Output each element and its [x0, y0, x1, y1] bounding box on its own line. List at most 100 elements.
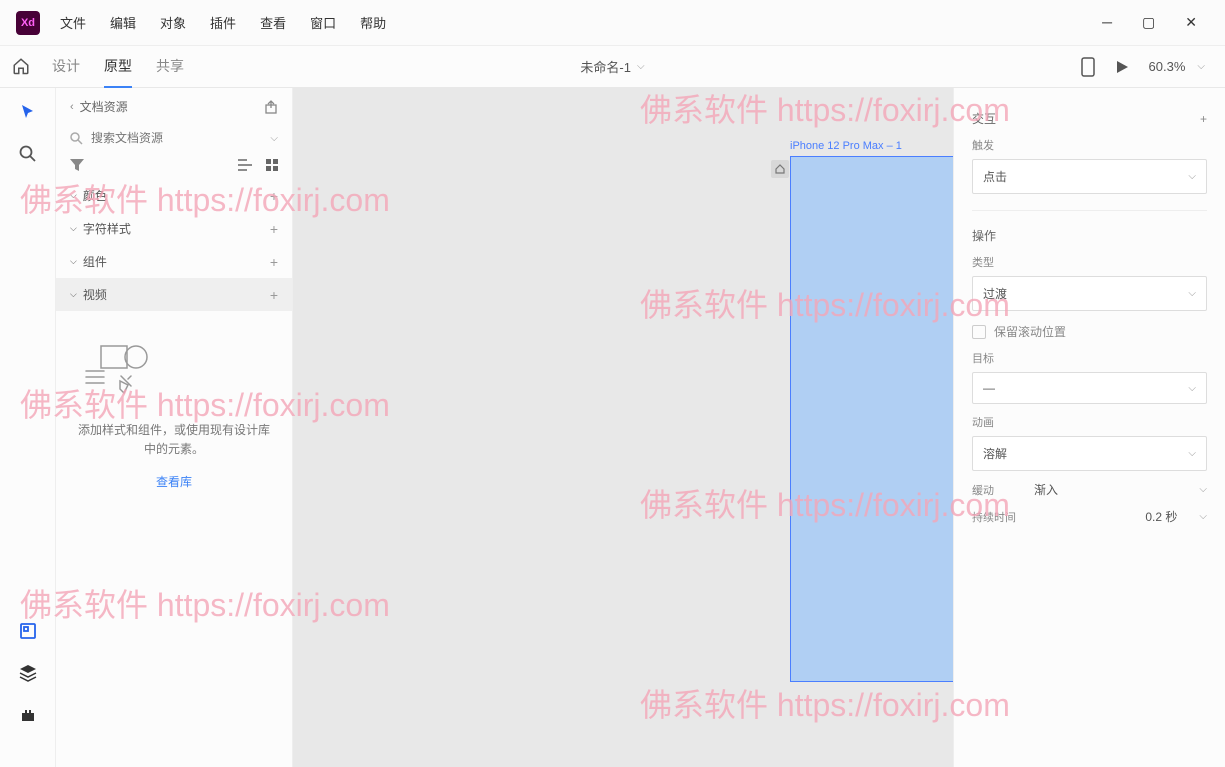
menu-bar: 文件 编辑 对象 插件 查看 窗口 帮助 — [60, 13, 386, 32]
panel-header: ‹ 文档资源 — [56, 88, 292, 125]
trigger-label: 触发 — [972, 137, 1207, 153]
section-videos[interactable]: ⌵ 视频 + — [56, 278, 292, 311]
chevron-down-icon: ⌵ — [1188, 448, 1196, 459]
window-controls: ─ ▢ ✕ — [1102, 14, 1217, 31]
mode-tabs: 设计 原型 共享 — [52, 46, 184, 88]
action-label: 操作 — [972, 227, 996, 244]
chevron-down-icon[interactable]: ⌵ — [1199, 511, 1207, 522]
section-components[interactable]: ⌵ 组件 + — [56, 245, 292, 278]
layers-icon[interactable] — [16, 661, 40, 685]
preserve-scroll-row[interactable]: 保留滚动位置 — [972, 323, 1207, 340]
chevron-down-icon[interactable]: ⌵ — [270, 133, 278, 144]
destination-value: — — [983, 381, 995, 395]
add-icon[interactable]: + — [270, 188, 278, 204]
empty-state: 添加样式和组件，或使用现有设计库中的元素。 查看库 — [56, 311, 292, 520]
back-icon[interactable]: ‹ — [70, 101, 74, 113]
animation-select[interactable]: 溶解 ⌵ — [972, 436, 1207, 471]
divider — [972, 210, 1207, 211]
chevron-down-icon: ⌵ — [70, 256, 77, 267]
tab-share[interactable]: 共享 — [156, 46, 184, 88]
menu-plugins[interactable]: 插件 — [210, 13, 236, 32]
add-icon[interactable]: + — [270, 287, 278, 303]
destination-label: 目标 — [972, 350, 1207, 366]
plugins-icon[interactable] — [16, 703, 40, 727]
action-title: 操作 — [972, 227, 1207, 244]
tab-prototype[interactable]: 原型 — [104, 46, 132, 88]
trigger-value: 点击 — [983, 168, 1007, 185]
animation-label: 动画 — [972, 414, 1207, 430]
checkbox[interactable] — [972, 325, 986, 339]
section-colors[interactable]: ⌵ 颜色 + — [56, 179, 292, 212]
close-icon[interactable]: ✕ — [1185, 14, 1197, 31]
artboard-label[interactable]: iPhone 12 Pro Max – 1 — [790, 140, 902, 152]
chevron-down-icon: ⌵ — [1188, 288, 1196, 299]
empty-text: 添加样式和组件，或使用现有设计库中的元素。 — [76, 421, 272, 459]
artboard[interactable] — [790, 156, 953, 682]
minimize-icon[interactable]: ─ — [1102, 14, 1112, 31]
list-view-icon[interactable] — [238, 159, 252, 171]
zoom-value: 60.3% — [1149, 59, 1186, 74]
right-panel: 交互 + 触发 点击 ⌵ 操作 类型 过渡 ⌵ 保留滚动位置 目标 — ⌵ 动画… — [953, 88, 1225, 767]
maximize-icon[interactable]: ▢ — [1142, 14, 1155, 31]
section-label: 颜色 — [83, 187, 107, 204]
zoom-control[interactable]: 60.3% ⌵ — [1149, 59, 1205, 74]
document-title[interactable]: 未命名-1 ⌵ — [580, 57, 644, 76]
view-library-link[interactable]: 查看库 — [76, 473, 272, 490]
add-interaction-icon[interactable]: + — [1200, 112, 1207, 126]
easing-row: 缓动 渐入 ⌵ — [972, 481, 1207, 498]
panel-title: 文档资源 — [80, 98, 128, 115]
menu-file[interactable]: 文件 — [60, 13, 86, 32]
search-icon — [70, 132, 83, 145]
titlebar: Xd 文件 编辑 对象 插件 查看 窗口 帮助 ─ ▢ ✕ — [0, 0, 1225, 46]
menu-help[interactable]: 帮助 — [360, 13, 386, 32]
duration-label: 持续时间 — [972, 509, 1022, 525]
add-icon[interactable]: + — [270, 221, 278, 237]
empty-illustration-icon — [76, 341, 156, 401]
device-icon[interactable] — [1081, 57, 1095, 77]
menu-view[interactable]: 查看 — [260, 13, 286, 32]
chevron-down-icon: ⌵ — [1188, 171, 1196, 182]
menu-edit[interactable]: 编辑 — [110, 13, 136, 32]
easing-value: 渐入 — [1034, 481, 1058, 498]
home-badge-icon[interactable] — [771, 160, 789, 178]
type-value: 过渡 — [983, 285, 1007, 302]
animation-value: 溶解 — [983, 445, 1007, 462]
export-icon[interactable] — [264, 100, 278, 114]
menu-window[interactable]: 窗口 — [310, 13, 336, 32]
zoom-tool[interactable] — [16, 142, 40, 166]
section-label: 视频 — [83, 286, 107, 303]
chevron-down-icon: ⌵ — [70, 223, 77, 234]
chevron-down-icon[interactable]: ⌵ — [1199, 484, 1207, 495]
filter-row — [56, 151, 292, 179]
document-title-text: 未命名-1 — [580, 57, 631, 76]
preserve-scroll-label: 保留滚动位置 — [994, 323, 1066, 340]
tabbar: 设计 原型 共享 未命名-1 ⌵ 60.3% ⌵ — [0, 46, 1225, 88]
assets-icon[interactable] — [16, 619, 40, 643]
home-icon[interactable] — [12, 57, 32, 77]
trigger-select[interactable]: 点击 ⌵ — [972, 159, 1207, 194]
section-char-styles[interactable]: ⌵ 字符样式 + — [56, 212, 292, 245]
easing-label: 缓动 — [972, 482, 1022, 498]
destination-select[interactable]: — ⌵ — [972, 372, 1207, 404]
section-label: 组件 — [83, 253, 107, 270]
menu-object[interactable]: 对象 — [160, 13, 186, 32]
app-logo: Xd — [16, 11, 40, 35]
select-tool[interactable] — [16, 100, 40, 124]
type-select[interactable]: 过渡 ⌵ — [972, 276, 1207, 311]
left-panel: ‹ 文档资源 ⌵ ⌵ — [56, 88, 293, 767]
add-icon[interactable]: + — [270, 254, 278, 270]
canvas[interactable]: iPhone 12 Pro Max – 1 — [293, 88, 953, 767]
play-icon[interactable] — [1115, 60, 1129, 74]
type-label: 类型 — [972, 254, 1207, 270]
chevron-down-icon: ⌵ — [70, 190, 77, 201]
chevron-down-icon: ⌵ — [1188, 383, 1196, 394]
tab-design[interactable]: 设计 — [52, 46, 80, 88]
tabbar-right: 60.3% ⌵ — [1081, 57, 1213, 77]
assets-sections: ⌵ 颜色 + ⌵ 字符样式 + ⌵ 组件 + ⌵ 视频 + — [56, 179, 292, 767]
main: ‹ 文档资源 ⌵ ⌵ — [0, 88, 1225, 767]
filter-icon[interactable] — [70, 159, 84, 171]
search-input[interactable] — [91, 131, 262, 145]
section-label: 字符样式 — [83, 220, 131, 237]
grid-view-icon[interactable] — [266, 159, 278, 171]
tools-panel — [0, 88, 56, 767]
